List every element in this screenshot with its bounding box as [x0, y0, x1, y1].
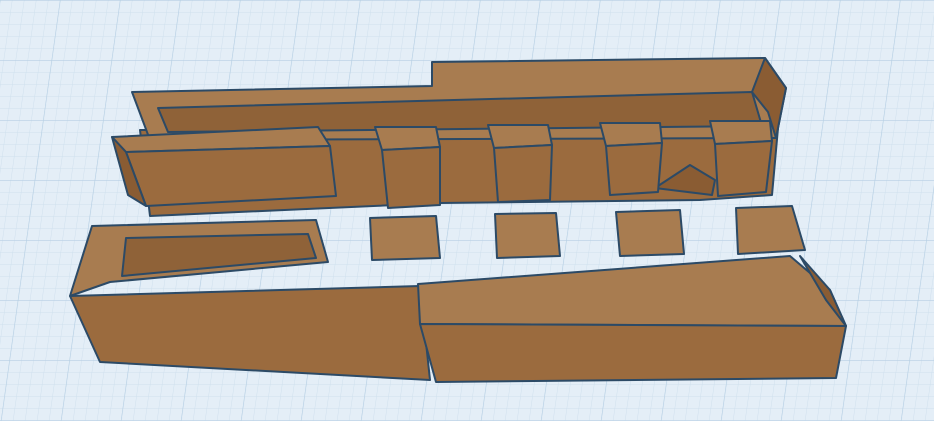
3d-workplane-viewport[interactable] — [0, 0, 934, 421]
